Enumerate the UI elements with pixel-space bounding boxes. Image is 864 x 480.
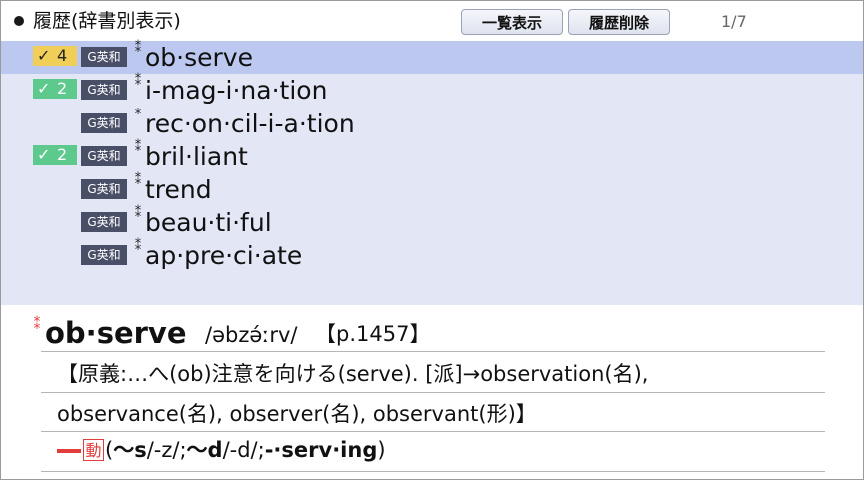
history-word: ap·pre·ci·ate [145,241,303,270]
divider [41,431,825,432]
history-item[interactable]: G英和 ⁑ trend [1,173,863,206]
headword: ob·serve [45,316,187,350]
etymology-line: 【原義:…へ(ob)注意を向ける(serve). [派]→observation… [57,362,649,386]
history-header: 履歴(辞書別表示) 一覧表示 履歴削除 1/7 [1,1,863,41]
part-of-speech-badge: 動 [83,439,104,461]
inflection-d-pron: /-d/; [222,438,265,462]
inflection-ing: -·serv·ing [264,438,378,462]
importance-star-icon: ⁑ [134,140,142,155]
dictionary-tag: G英和 [81,47,127,67]
check-icon: ✓ [37,79,51,98]
importance-star-icon: ⁑ [33,317,41,333]
importance-star-icon: ⁑ [134,41,142,56]
etymology-line: observance(名), observer(名), observant(形)… [57,402,537,426]
inflection-s-pron: /-z/; [146,438,187,462]
history-item[interactable]: G英和 ⁑ ap·pre·ci·ate [1,239,863,272]
history-word: beau·ti·ful [145,208,272,237]
page-counter: 1/7 [721,12,747,31]
history-word: i-mag-i·na·tion [145,76,328,105]
divider [41,392,825,393]
lookup-count: 2 [57,145,68,164]
sense-marker [57,449,81,453]
bullet-icon [14,16,24,26]
history-item[interactable]: G英和 ⁑ beau·ti·ful [1,206,863,239]
history-title: 履歴(辞書別表示) [33,10,181,32]
dictionary-tag: G英和 [81,113,127,133]
dictionary-tag: G英和 [81,245,127,265]
inflection-s: 〜s [113,438,147,462]
entry-detail: ⁑ ob·serve /əbzə́ːrv/ 【p.1457】 【原義:…へ(ob… [1,305,863,479]
history-word: bril·liant [145,142,248,171]
history-list: ✓ 4 G英和 ⁑ ob·serve ✓ 2 G英和 ⁑ i-mag-i·na·… [1,41,863,305]
list-view-button[interactable]: 一覧表示 [461,9,563,35]
dictionary-window: 履歴(辞書別表示) 一覧表示 履歴削除 1/7 ✓ 4 G英和 ⁑ ob·ser… [0,0,864,480]
history-word: rec·on·cil-i-a·tion [145,109,355,138]
lookup-count-badge: ✓ 4 [33,46,77,66]
history-item[interactable]: ✓ 2 G英和 ⁑ i-mag-i·na·tion [1,74,863,107]
check-icon: ✓ [37,46,51,65]
importance-star-icon: ⁑ [134,206,142,221]
importance-star-icon: ⁑ [134,74,142,89]
history-word: ob·serve [145,43,253,72]
dictionary-tag: G英和 [81,212,127,232]
importance-star-icon: ⁑ [134,239,142,254]
dictionary-tag: G英和 [81,80,127,100]
importance-star-icon: ⁑ [134,173,142,188]
history-item[interactable]: G英和 * rec·on·cil-i-a·tion [1,107,863,140]
lookup-count-badge: ✓ 2 [33,145,77,165]
history-item[interactable]: ✓ 2 G英和 ⁑ bril·liant [1,140,863,173]
pronunciation: /əbzə́ːrv/ [205,323,298,347]
check-icon: ✓ [37,145,51,164]
inflections: (〜s/-z/;〜d/-d/;-·serv·ing) [105,438,386,462]
dictionary-tag: G英和 [81,146,127,166]
lookup-count-badge: ✓ 2 [33,79,77,99]
lookup-count: 4 [57,46,68,65]
dictionary-tag: G英和 [81,179,127,199]
delete-history-button[interactable]: 履歴削除 [568,9,670,35]
history-item[interactable]: ✓ 4 G英和 ⁑ ob·serve [1,41,863,74]
divider [41,471,825,472]
divider [41,351,825,352]
importance-star-icon: * [134,107,142,122]
inflection-d: 〜d [186,438,223,462]
history-word: trend [145,175,212,204]
lookup-count: 2 [57,79,68,98]
page-reference[interactable]: 【p.1457】 [315,320,430,348]
